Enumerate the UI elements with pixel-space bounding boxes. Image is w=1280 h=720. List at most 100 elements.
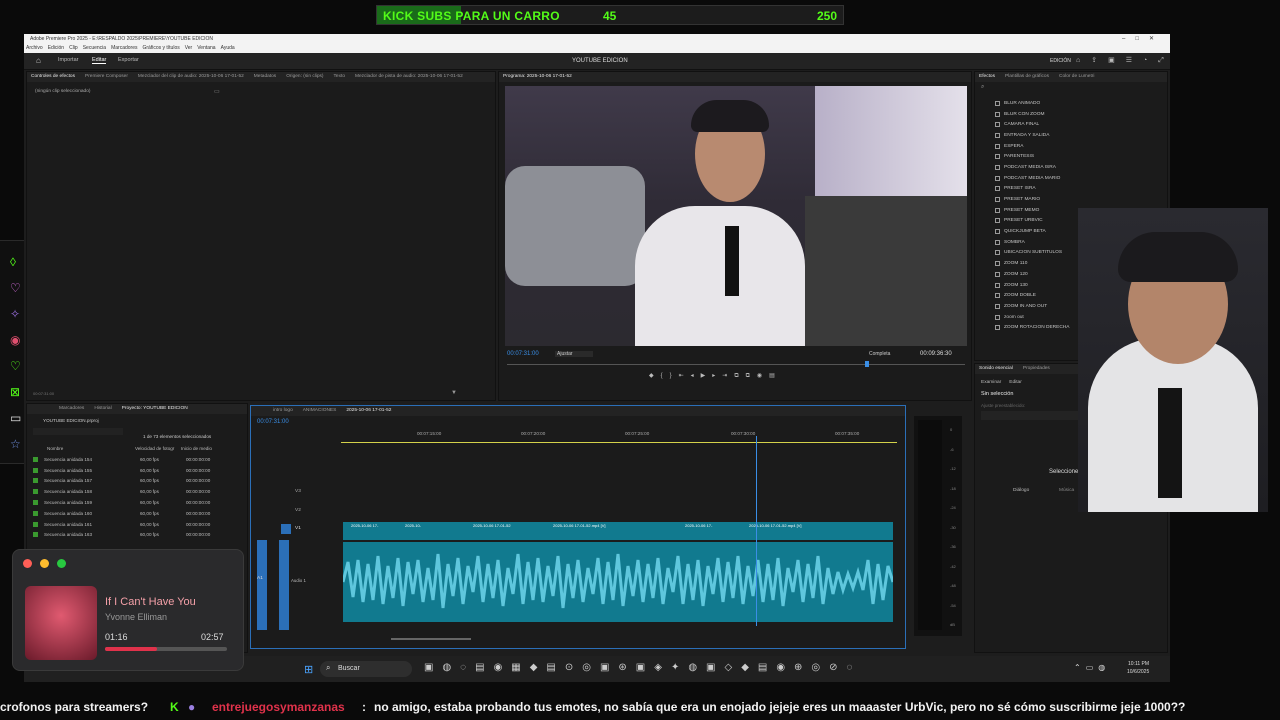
maximize-dot-icon[interactable] (57, 559, 66, 568)
effect-item-label: ZOOM 120 (1004, 271, 1028, 277)
table-row[interactable]: Secuencia anidada 154 60,00 fps 00:00:00:0… (27, 454, 249, 465)
tab-effects[interactable]: Efectos (979, 74, 995, 80)
program-scrubber[interactable] (507, 364, 965, 365)
quality-dropdown[interactable]: Completa (869, 351, 890, 357)
menu-archivo[interactable]: Archivo (26, 45, 43, 52)
sub-badge-icon: ● (188, 700, 196, 714)
timeline-playhead[interactable] (756, 436, 757, 626)
workspace-bar: ⌂ Importar Editar Exportar YOUTUBE EDICI… (24, 53, 1170, 70)
effect-item[interactable]: PRESET MARIO (995, 194, 1165, 205)
program-video-frame[interactable] (505, 86, 967, 346)
menu-secuencia[interactable]: Secuencia (83, 45, 106, 52)
tab-history[interactable]: Historial (94, 406, 111, 412)
subtab-examinar[interactable]: Examinar (981, 380, 1001, 385)
tab-track-mixer[interactable]: Mezclador de pista de audio: 2025-10-06 … (355, 74, 463, 80)
audio-meter: 0 -6 -12 -18 -24 -30 -36 -42 -48 -54 dB (914, 416, 962, 636)
ws-exportar[interactable]: Exportar (118, 57, 139, 63)
transport-controls[interactable]: ◆{}⇤◂▶▸⇥⧉⧉◉▤ (649, 372, 782, 380)
preset-icon (995, 122, 1000, 128)
minimize-dot-icon[interactable] (40, 559, 49, 568)
tab-lumetri[interactable]: Color de Lumetri (1059, 74, 1094, 80)
program-timecode[interactable]: 00:07:31:00 (507, 351, 539, 357)
header-icons[interactable]: ⌂⇪▣☰◔⤢ (1076, 56, 1175, 65)
windows-start-icon[interactable]: ⊞ (304, 663, 313, 676)
tab-clip-mixer[interactable]: Mezclador del clip de audio: 2025-10-06 … (138, 74, 244, 80)
window-controls[interactable]: –□✕ (1122, 35, 1164, 42)
tray-icons[interactable]: ⌃▭◍ (1074, 663, 1110, 672)
col-fps[interactable]: Velocidad de fotogr (135, 446, 181, 451)
work-area-bar[interactable] (341, 442, 897, 443)
project-search[interactable] (33, 428, 123, 435)
tab-project[interactable]: Proyecto: YOUTUBE EDICION (122, 406, 188, 412)
v1-clips[interactable]: 2025-10-06 17- 2025-10- 2025-10-06 17-01… (343, 522, 893, 540)
table-row[interactable]: Secuencia anidada 160 60,00 fps 00:00:00:0… (27, 508, 249, 519)
a1-audio-clip[interactable] (343, 542, 893, 622)
ws-editar[interactable]: Editar (92, 57, 107, 64)
music-type[interactable]: Música (1059, 488, 1074, 493)
song-progress-track[interactable] (105, 647, 227, 651)
ws-importar[interactable]: Importar (58, 57, 78, 63)
col-start[interactable]: Inicio de medio (181, 446, 212, 451)
tab-metadata[interactable]: Metadatos (254, 74, 276, 80)
menu-clip[interactable]: Clip (69, 45, 78, 52)
subtab-editar[interactable]: Editar (1009, 380, 1022, 385)
timeline-timecode[interactable]: 00:07:31:00 (257, 419, 289, 425)
taskbar-search[interactable]: ⌕ Buscar (320, 661, 412, 677)
fit-dropdown[interactable]: Ajustar (555, 351, 593, 357)
menu-graficos[interactable]: Gráficos y títulos (142, 45, 179, 52)
tab-intro-logo[interactable]: intro logo (273, 408, 293, 414)
panel-toggle-icon[interactable]: ▭ (214, 88, 220, 95)
effect-item[interactable]: PRESET ISRA (995, 184, 1165, 195)
effect-item[interactable]: ENTRADA Y SALIDA (995, 130, 1165, 141)
track-a1-target[interactable] (279, 540, 289, 630)
close-dot-icon[interactable] (23, 559, 32, 568)
dialog-type[interactable]: Diálogo (1013, 488, 1029, 493)
track-v2[interactable]: V2 (295, 508, 301, 513)
menu-edicion[interactable]: Edición (48, 45, 64, 52)
timeline-scrollbar[interactable] (391, 638, 471, 640)
table-row[interactable]: Secuencia anidada 159 60,00 fps 00:00:00:0… (27, 497, 249, 508)
tab-markers[interactable]: Marcadores (59, 406, 84, 412)
tab-source[interactable]: Origen: (sin clips) (286, 74, 323, 80)
track-v1-target[interactable] (281, 524, 291, 534)
filter-icon[interactable]: ▼ (451, 390, 457, 396)
program-tab[interactable]: Programa: 2025-10-06 17-01-52 (503, 74, 572, 80)
tab-essential-sound[interactable]: Sonido esencial (979, 366, 1013, 372)
tab-text[interactable]: Texto (334, 74, 345, 80)
effect-item[interactable]: BLUR CON ZOOM (995, 109, 1165, 120)
menu-ayuda[interactable]: Ayuda (221, 45, 235, 52)
tab-graphics-templates[interactable]: Plantillas de gráficos (1005, 74, 1049, 80)
search-icon[interactable]: ⌕ (981, 84, 984, 91)
effect-item[interactable]: PODCAST MEDIA ISRA (995, 162, 1165, 173)
effect-item[interactable]: CAMARA FINAL (995, 119, 1165, 130)
workspace-label[interactable]: EDICIÓN (1050, 58, 1071, 64)
track-a1-source[interactable] (257, 540, 267, 630)
table-row[interactable]: Secuencia anidada 161 60,00 fps 00:00:00:0… (27, 519, 249, 530)
effect-item[interactable]: PODCAST MEDIA MARIO (995, 173, 1165, 184)
menu-ver[interactable]: Ver (185, 45, 193, 52)
tab-sequence[interactable]: 2025-10-06 17-01-52 (346, 408, 391, 414)
table-row[interactable]: Secuencia anidada 158 60,00 fps 00:00:00:0… (27, 486, 249, 497)
meter-scale-36: -36 (950, 544, 956, 549)
col-name[interactable]: Nombre (27, 446, 135, 451)
effect-item[interactable]: ESPERA (995, 141, 1165, 152)
track-a1[interactable]: A1 (257, 576, 263, 581)
tab-effect-controls[interactable]: Controles de efectos (31, 74, 75, 80)
table-row[interactable]: Secuencia anidada 157 60,00 fps 00:00:00:0… (27, 476, 249, 487)
track-v1[interactable]: V1 (295, 526, 301, 531)
taskbar-app-icons[interactable]: ▣◍◌▤◉▦◆▤⊙◎▣⊛▣◈✦◍▣◇◆▤◉⊕◎⊘◌ (424, 662, 861, 673)
tab-animaciones[interactable]: ANIMACIONES (303, 408, 337, 414)
table-row[interactable]: Secuencia anidada 163 60,00 fps 00:00:00:0… (27, 530, 249, 541)
table-row[interactable]: Secuencia anidada 155 60,00 fps 00:00:00:0… (27, 465, 249, 476)
tab-properties[interactable]: Propiedades (1023, 366, 1050, 372)
home-icon[interactable]: ⌂ (36, 56, 41, 65)
effect-item-label: ZOOM IN AND OUT (1004, 303, 1048, 309)
menu-marcadores[interactable]: Marcadores (111, 45, 137, 52)
effect-item[interactable]: BLUR ANIMADO (995, 98, 1165, 109)
preset-icon (995, 271, 1000, 277)
effect-item[interactable]: PARENTESIS (995, 151, 1165, 162)
tab-premiere-composer[interactable]: Premiere Composer (85, 74, 128, 80)
track-v3[interactable]: V3 (295, 489, 301, 494)
program-playhead[interactable] (865, 361, 869, 367)
menu-ventana[interactable]: Ventana (197, 45, 215, 52)
